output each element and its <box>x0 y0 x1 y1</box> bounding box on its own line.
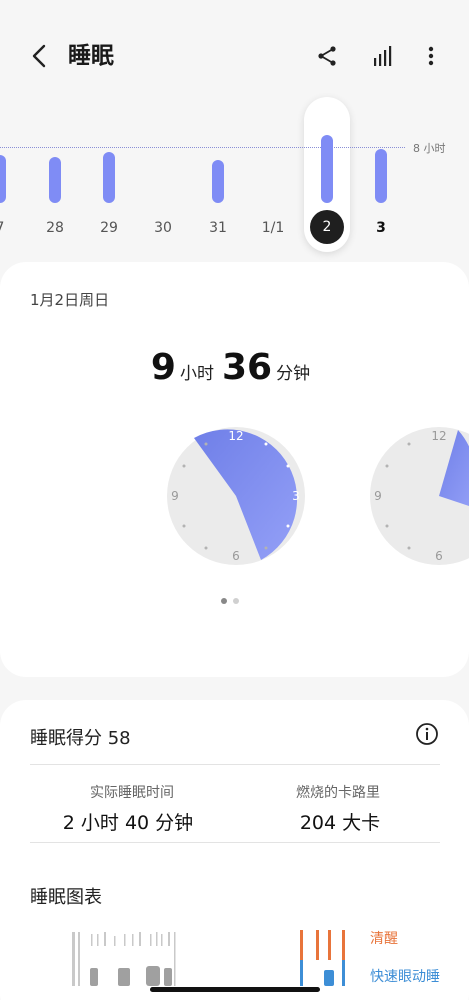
legend-awake: 清醒 <box>370 931 398 947</box>
clock2-label-6: 6 <box>435 549 443 563</box>
day-label[interactable]: 28 <box>35 220 75 236</box>
day-label[interactable]: 2 <box>310 210 344 244</box>
sleep-duration: 9 小时 36 分钟 <box>0 347 469 388</box>
sleep-score: 睡眠得分 58 <box>30 728 131 749</box>
page-dot <box>233 598 239 604</box>
more-options-icon[interactable] <box>415 40 447 72</box>
calories-label: 燃烧的卡路里 <box>296 785 380 801</box>
sleep-score-card[interactable]: 睡眠得分 58 实际睡眠时间 2 小时 40 分钟 燃烧的卡路里 204 大卡 … <box>0 700 469 1000</box>
sleep-clocks[interactable]: 12 3 6 9 12 6 9 <box>0 422 469 572</box>
clock2-label-12: 12 <box>431 429 446 443</box>
duration-hours-unit: 小时 <box>179 364 214 384</box>
duration-minutes: 36 <box>221 347 273 388</box>
sleep-bar[interactable] <box>0 154 6 203</box>
clock-label-3: 3 <box>292 489 300 503</box>
bar-chart-icon[interactable] <box>367 40 399 72</box>
sleep-bar[interactable] <box>49 156 61 203</box>
sleep-bar[interactable] <box>375 149 387 203</box>
sleep-bar[interactable] <box>321 135 333 203</box>
goal-label: 8 小时 <box>413 142 446 155</box>
divider <box>30 842 440 843</box>
sleep-bar[interactable] <box>212 160 224 203</box>
day-label[interactable]: 31 <box>198 220 238 236</box>
share-icon[interactable] <box>311 40 343 72</box>
day-label[interactable]: 3 <box>361 220 401 236</box>
divider <box>30 764 440 765</box>
info-icon[interactable] <box>415 722 439 746</box>
back-arrow-icon[interactable] <box>24 40 56 72</box>
app-header: 睡眠 <box>0 0 469 100</box>
day-label[interactable]: 7 <box>0 220 20 236</box>
day-label[interactable]: 1/1 <box>253 220 293 236</box>
legend-rem: 快速眼动睡 <box>370 969 440 985</box>
goal-line <box>0 147 405 148</box>
page-dot <box>221 598 227 604</box>
day-label[interactable]: 30 <box>143 220 183 236</box>
sleep-summary-card[interactable]: 1月2日周日 9 小时 36 分钟 12 3 6 9 12 6 9 <box>0 262 469 677</box>
clock-label-12: 12 <box>228 429 243 443</box>
clock2-label-9: 9 <box>374 489 382 503</box>
sleep-bar[interactable] <box>103 151 115 203</box>
duration-hours: 9 <box>150 347 176 388</box>
actual-sleep-label: 实际睡眠时间 <box>90 785 174 801</box>
clock-label-9: 9 <box>171 489 179 503</box>
calories-value: 204 大卡 <box>299 812 381 834</box>
sleep-stage-chart[interactable] <box>60 926 360 986</box>
weekly-sleep-chart: 8 小时 7 28 29 30 31 1/1 2 3 <box>0 95 469 260</box>
clock-label-6: 6 <box>232 549 240 563</box>
home-indicator[interactable] <box>150 987 320 992</box>
page-indicator <box>221 598 239 604</box>
page-title: 睡眠 <box>68 43 114 69</box>
duration-minutes-unit: 分钟 <box>276 364 311 384</box>
sleep-chart-title: 睡眠图表 <box>30 887 102 908</box>
day-label[interactable]: 29 <box>89 220 129 236</box>
sleep-clock-dial: 12 3 6 9 <box>167 427 305 565</box>
sleep-clock-dial-next: 12 6 9 <box>370 427 469 565</box>
actual-sleep-value: 2 小时 40 分钟 <box>62 812 194 834</box>
sleep-date: 1月2日周日 <box>30 291 110 309</box>
